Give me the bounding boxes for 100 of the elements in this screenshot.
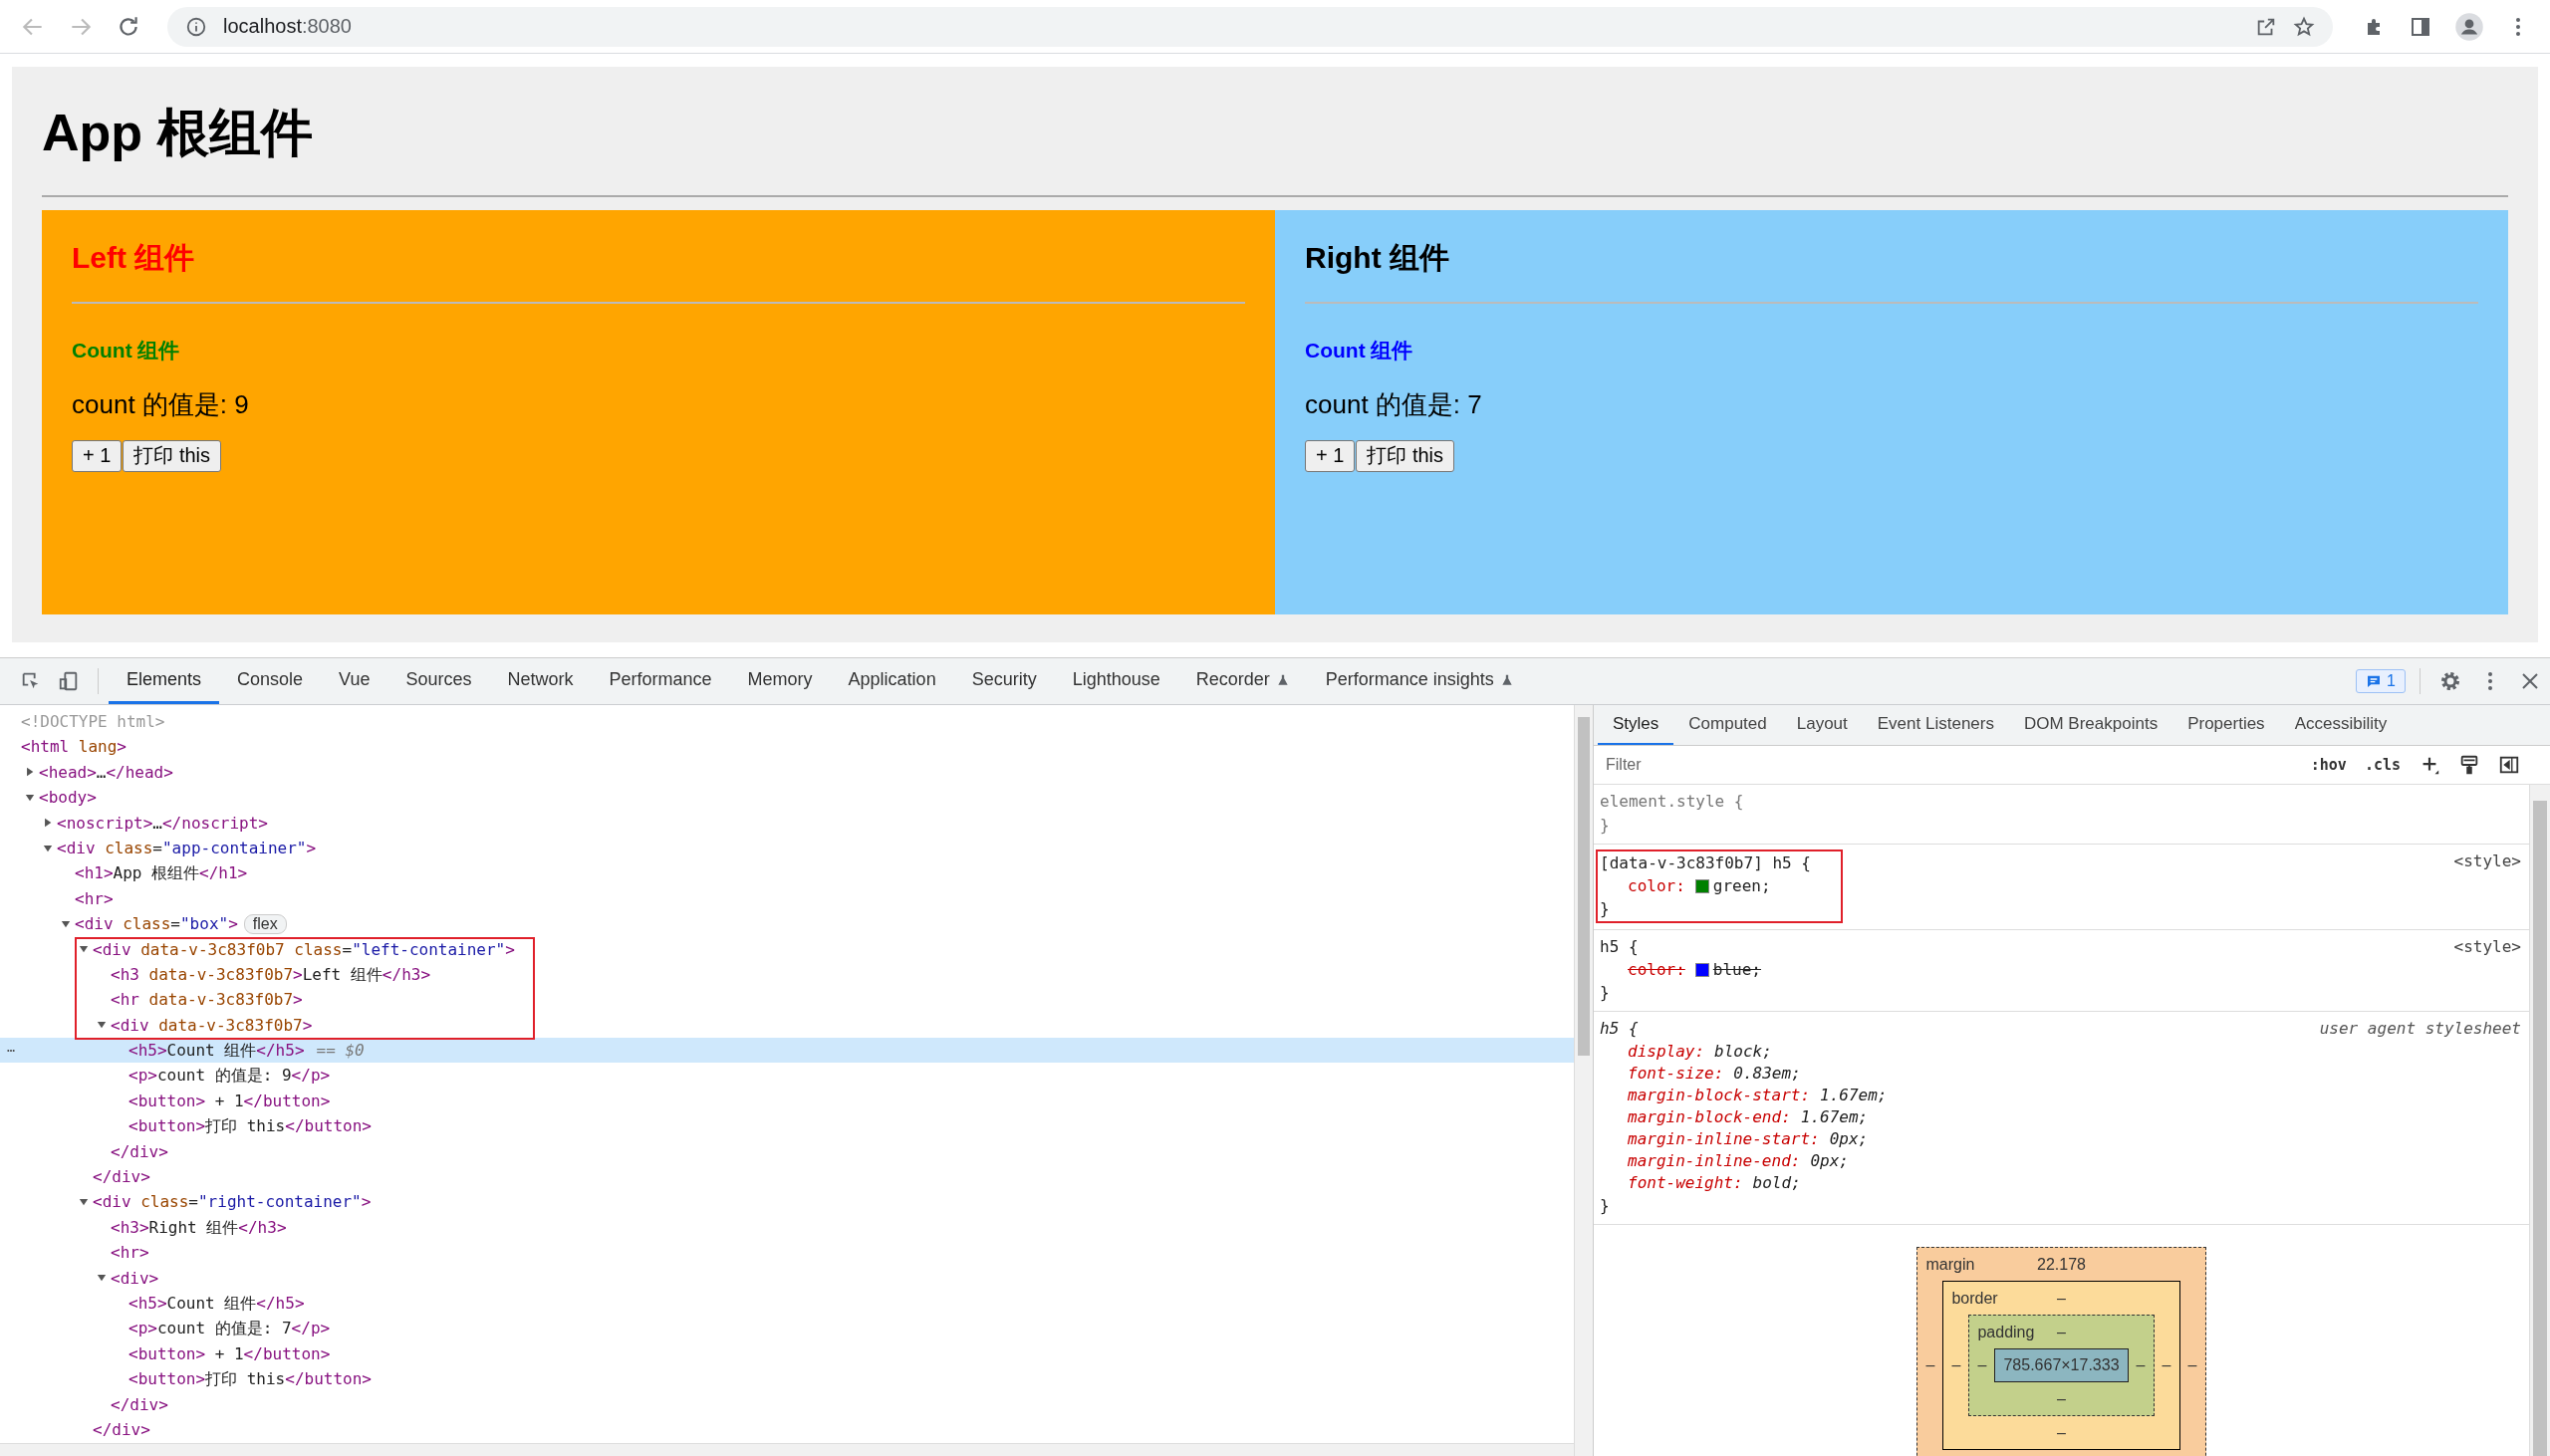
sidebar-tab[interactable]: Event Listeners: [1862, 705, 2009, 745]
source-link[interactable]: <style>: [2453, 849, 2521, 873]
sidebar-tab[interactable]: Layout: [1781, 705, 1863, 745]
panel-tab[interactable]: Network: [489, 658, 592, 704]
css-value[interactable]: 0.83em;: [1733, 1063, 1801, 1085]
increment-button[interactable]: + 1: [72, 439, 123, 472]
sidebar-tab[interactable]: Accessibility: [2279, 705, 2403, 745]
box-model-value[interactable]: –: [1969, 1356, 1995, 1374]
panel-tab[interactable]: Memory: [729, 658, 831, 704]
collapse-arrow-icon[interactable]: [43, 843, 53, 853]
box-model-value[interactable]: –: [2057, 1423, 2066, 1441]
dom-tree-row[interactable]: <div class="right-container">: [0, 1189, 1574, 1215]
dom-tree-row[interactable]: <h3>Right 组件</h3>: [0, 1214, 1574, 1241]
panel-tab[interactable]: Recorder: [1177, 658, 1308, 704]
dom-tree-row[interactable]: <p>count 的值是: 9</p>: [0, 1063, 1574, 1089]
expand-arrow-icon[interactable]: [43, 818, 53, 829]
box-model-value[interactable]: –: [2057, 1389, 2066, 1407]
box-model-value[interactable]: –: [2057, 1289, 2066, 1308]
print-button[interactable]: 打印 this: [123, 439, 222, 472]
dom-tree-row[interactable]: </div>: [0, 1138, 1574, 1165]
dom-tree-row[interactable]: <html lang>: [0, 734, 1574, 760]
scrollbar[interactable]: [1578, 717, 1590, 1056]
css-property[interactable]: font-size:: [1628, 1063, 1724, 1085]
collapse-arrow-icon[interactable]: [97, 1020, 107, 1031]
print-button[interactable]: 打印 this: [1356, 439, 1455, 472]
dom-tree-row[interactable]: <h3 data-v-3c83f0b7>Left 组件</h3>: [0, 961, 1574, 988]
dom-tree-row[interactable]: <div class="box"> flex: [0, 911, 1574, 937]
dom-tree-row[interactable]: <noscript>…</noscript>: [0, 810, 1574, 836]
collapse-arrow-icon[interactable]: [97, 1273, 107, 1284]
css-property[interactable]: color:: [1628, 875, 1685, 897]
dom-tree-row[interactable]: <head>…</head>: [0, 759, 1574, 786]
dom-tree-row[interactable]: <hr>: [0, 885, 1574, 912]
class-button[interactable]: .cls: [2364, 756, 2401, 774]
color-swatch[interactable]: [1694, 879, 1709, 893]
box-model-value[interactable]: –: [2179, 1356, 2205, 1374]
panel-tab[interactable]: Lighthouse: [1054, 658, 1178, 704]
sidebar-tab[interactable]: Computed: [1673, 705, 1782, 745]
box-model-value[interactable]: 22.178: [2037, 1255, 2086, 1274]
css-value[interactable]: blue;: [1712, 959, 1761, 981]
collapse-arrow-icon[interactable]: [79, 944, 89, 955]
dom-tree-row[interactable]: <body>: [0, 785, 1574, 811]
dom-tree-row[interactable]: </div>: [0, 1164, 1574, 1190]
dom-tree-row[interactable]: <hr>: [0, 1240, 1574, 1266]
dom-tree-row[interactable]: <h5>Count 组件</h5>: [0, 1291, 1574, 1317]
dom-tree-row[interactable]: </div>: [0, 1391, 1574, 1417]
panel-tab[interactable]: Performance insights: [1307, 658, 1532, 704]
scrollbar[interactable]: [2533, 801, 2547, 1456]
dom-tree-row[interactable]: <button> + 1</button>: [0, 1340, 1574, 1367]
dom-tree-row[interactable]: <div class="app-container">: [0, 835, 1574, 861]
css-value[interactable]: block;: [1714, 1041, 1772, 1063]
box-model-value[interactable]: –: [2057, 1323, 2066, 1341]
dom-tree-row[interactable]: </div>: [0, 1416, 1574, 1443]
dom-tree-row[interactable]: <hr data-v-3c83f0b7>: [0, 987, 1574, 1013]
panel-tab[interactable]: Performance: [591, 658, 730, 704]
settings-icon[interactable]: [2438, 669, 2462, 693]
panel-tab[interactable]: Elements: [109, 658, 220, 704]
sidebar-tab[interactable]: DOM Breakpoints: [2008, 705, 2173, 745]
toggle-sidebar-icon[interactable]: [2498, 754, 2520, 776]
device-icon[interactable]: [58, 670, 80, 692]
expand-arrow-icon[interactable]: [25, 767, 35, 778]
panel-tab[interactable]: Sources: [387, 658, 490, 704]
issues-button[interactable]: 1: [2356, 669, 2406, 693]
paint-icon[interactable]: [2458, 754, 2480, 776]
dom-tree-row[interactable]: <h5>Count 组件</h5> == $0: [0, 1038, 1574, 1064]
css-value[interactable]: 0px;: [1810, 1150, 1849, 1172]
box-model-value[interactable]: –: [1917, 1356, 1943, 1374]
dom-tree-row[interactable]: <button>打印 this</button>: [0, 1366, 1574, 1392]
dom-tree-row[interactable]: <button>打印 this</button>: [0, 1113, 1574, 1139]
source-link[interactable]: <style>: [2453, 935, 2521, 959]
css-value[interactable]: 1.67em;: [1800, 1106, 1869, 1128]
dom-tree-row[interactable]: <div>: [0, 1265, 1574, 1291]
color-swatch[interactable]: [1694, 963, 1709, 977]
box-model-value[interactable]: –: [2128, 1356, 2154, 1374]
panel-tab[interactable]: Application: [830, 658, 954, 704]
css-property[interactable]: margin-block-start:: [1628, 1085, 1811, 1106]
css-property[interactable]: color:: [1628, 959, 1685, 981]
collapse-arrow-icon[interactable]: [25, 792, 35, 803]
panel-tab[interactable]: Vue: [321, 658, 388, 704]
css-property[interactable]: margin-inline-start:: [1628, 1128, 1820, 1150]
info-icon[interactable]: [185, 15, 207, 38]
panel-tab[interactable]: Console: [219, 658, 322, 704]
avatar-icon[interactable]: [2454, 11, 2484, 42]
scrollbar[interactable]: [0, 1443, 1574, 1456]
css-value[interactable]: bold;: [1752, 1172, 1801, 1194]
sidebar-tab[interactable]: Properties: [2172, 705, 2280, 745]
box-model-content[interactable]: 785.667×17.333: [1994, 1348, 2129, 1382]
css-property[interactable]: font-weight:: [1628, 1172, 1743, 1194]
increment-button[interactable]: + 1: [1305, 439, 1356, 472]
hover-state-button[interactable]: :hov: [2310, 756, 2347, 774]
css-value[interactable]: 0px;: [1829, 1128, 1869, 1150]
star-icon[interactable]: [2293, 15, 2315, 38]
dom-tree-row[interactable]: <p>count 的值是: 7</p>: [0, 1316, 1574, 1341]
collapse-arrow-icon[interactable]: [61, 918, 71, 929]
css-property[interactable]: margin-block-end:: [1628, 1106, 1791, 1128]
collapse-arrow-icon[interactable]: [79, 1197, 89, 1208]
dom-tree-row[interactable]: <div data-v-3c83f0b7>: [0, 1012, 1574, 1039]
box-model-value[interactable]: –: [2154, 1356, 2179, 1374]
css-property[interactable]: display:: [1628, 1041, 1705, 1063]
css-value[interactable]: green;: [1712, 875, 1771, 897]
dom-tree-row[interactable]: <h1>App 根组件</h1>: [0, 860, 1574, 886]
